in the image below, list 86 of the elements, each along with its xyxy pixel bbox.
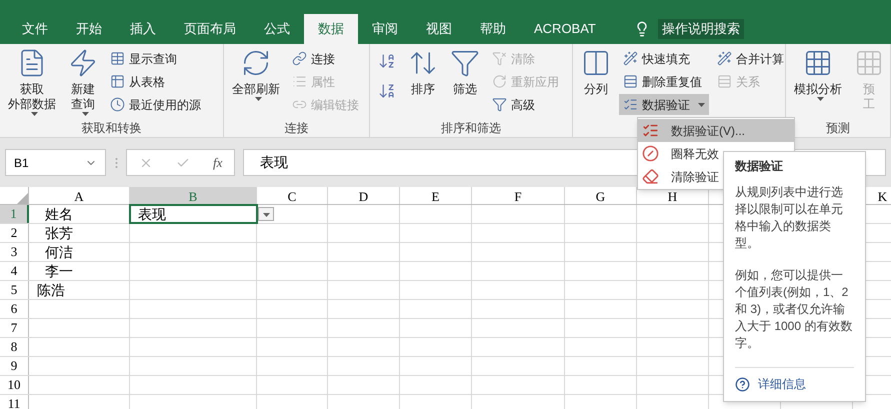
name-box[interactable]: B1 [5, 149, 106, 176]
row-header[interactable]: 8 [0, 338, 29, 356]
ribbon-button[interactable]: 显示查询 [106, 48, 205, 69]
row-header[interactable]: 6 [0, 300, 29, 318]
more-info-link[interactable]: 详细信息 [758, 376, 806, 393]
table-icon [110, 74, 125, 89]
column-header[interactable]: B [130, 187, 257, 204]
table-cell: 陈浩 [29, 281, 130, 299]
checklist-icon [623, 97, 638, 112]
table-icon [110, 51, 125, 66]
ribbon-button[interactable]: 数据验证 [619, 94, 709, 115]
wand-icon [623, 51, 638, 66]
ribbon-tab[interactable]: ACROBAT [520, 14, 610, 44]
ribbon-button[interactable]: 筛选 [446, 44, 484, 116]
ribbon-button[interactable]: 删除重复值 [619, 71, 709, 92]
ribbon-button[interactable]: 分列 [577, 44, 615, 116]
ribbon-button[interactable]: 快速填充 [619, 48, 709, 69]
ribbon-tab[interactable]: 视图 [412, 14, 466, 44]
tooltip-text: 从规则列表中进行选择以限制可以在单元格中输入的数据类型。 [735, 184, 844, 252]
wand-icon [717, 51, 732, 66]
refresh-icon [241, 48, 271, 78]
filter-clear-icon [492, 51, 507, 66]
ribbon-tab[interactable]: 文件 [8, 14, 62, 44]
ribbon-button[interactable]: 模拟分析 [790, 44, 846, 116]
ribbon-tab[interactable]: 数据 [304, 14, 358, 44]
table-cell: 表现 [130, 205, 257, 223]
ribbon-button[interactable]: 获取 外部数据 [4, 44, 60, 116]
ribbon-tab[interactable]: 开始 [62, 14, 116, 44]
ribbon-button[interactable]: 从表格 [106, 71, 205, 92]
group-label: 连接 [284, 120, 308, 136]
row-header[interactable]: 10 [0, 376, 29, 394]
column-header[interactable]: F [472, 187, 565, 204]
ribbon-button[interactable]: 连接 [288, 48, 363, 69]
ribbon-tab[interactable]: 帮助 [466, 14, 520, 44]
ribbon-button[interactable]: 合并计算 [713, 48, 788, 69]
column-header[interactable]: D [328, 187, 400, 204]
insert-function-button[interactable]: fx [213, 152, 222, 172]
clock-icon [110, 97, 125, 112]
help-icon [735, 377, 750, 392]
column-header[interactable]: E [400, 187, 472, 204]
ribbon-button[interactable]: 全部刷新 [228, 44, 284, 116]
ribbon-button[interactable]: 排序 [404, 44, 442, 116]
filter-icon [450, 48, 480, 78]
row-header[interactable]: 1 [0, 205, 29, 223]
columns-icon [581, 48, 611, 78]
link-icon [292, 51, 307, 66]
tooltip-text: 例如，您可以提供一个值列表(例如，1、2 和 3)，或者仅允许输入大于 1000 的有效数字。 [735, 267, 854, 352]
menu-item[interactable]: 数据验证(V)... [638, 119, 794, 142]
group-label: 预测 [826, 120, 850, 136]
dropdown-button-icon[interactable] [258, 207, 274, 221]
row-header[interactable]: 5 [0, 281, 29, 299]
ribbon-button[interactable]: 最近使用的源 [106, 94, 205, 115]
row-header[interactable]: 11 [0, 395, 29, 409]
group-label: 排序和筛选 [441, 120, 501, 136]
checklist-icon [642, 122, 659, 139]
row-header[interactable]: 4 [0, 262, 29, 280]
lightning-icon [68, 48, 98, 78]
ribbon-tab[interactable]: 审阅 [358, 14, 412, 44]
table-cell: 张芳 [29, 224, 130, 242]
grid-icon [803, 48, 833, 78]
tooltip-title: 数据验证 [735, 158, 784, 175]
row-header[interactable]: 3 [0, 243, 29, 261]
ribbon-tab[interactable]: 页面布局 [170, 14, 250, 44]
row-header[interactable]: 7 [0, 319, 29, 337]
filter-icon [492, 97, 507, 112]
column-header[interactable]: C [257, 187, 328, 204]
group-label: 获取和转换 [82, 120, 142, 136]
rows-icon [717, 74, 732, 89]
table-cell: 何洁 [29, 243, 130, 261]
ribbon-button[interactable]: 高级 [488, 94, 563, 115]
ribbon-tab[interactable]: 公式 [250, 14, 304, 44]
ribbon-button[interactable]: 新建 查询 [64, 44, 102, 116]
sort-ascending-icon[interactable] [378, 52, 396, 70]
rows-icon [623, 74, 638, 89]
grip-icon[interactable] [114, 156, 118, 168]
grid-icon [854, 48, 884, 78]
tell-me-search[interactable]: 操作说明搜索 [658, 19, 744, 39]
row-header[interactable]: 9 [0, 357, 29, 375]
eraser-icon [642, 168, 659, 185]
ribbon-tab[interactable]: 插入 [116, 14, 170, 44]
row-header[interactable]: 2 [0, 224, 29, 242]
refresh-icon [492, 74, 507, 89]
sort-descending-icon[interactable] [378, 82, 396, 100]
circle-icon [642, 145, 659, 162]
table-cell: 姓名 [29, 205, 130, 223]
table-cell: 李一 [29, 262, 130, 280]
